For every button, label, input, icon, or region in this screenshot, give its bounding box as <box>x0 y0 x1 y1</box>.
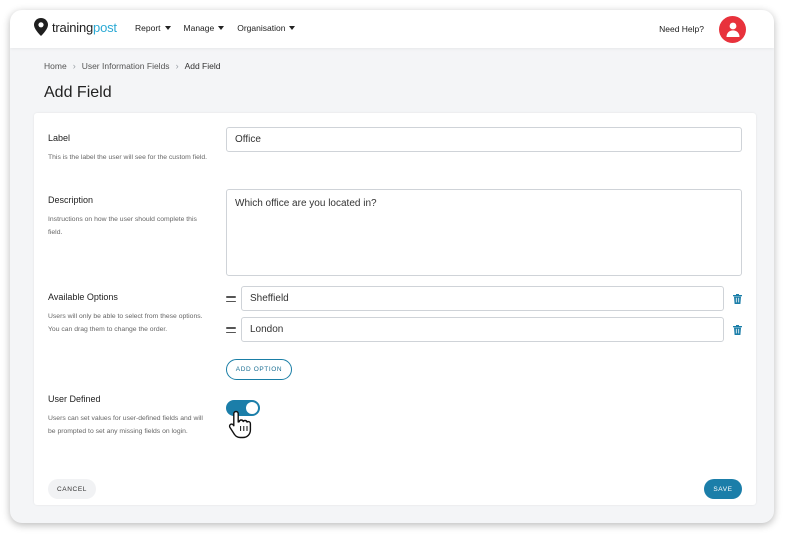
brand-name: trainingpost <box>52 20 117 35</box>
nav-organisation-label: Organisation <box>237 23 286 33</box>
need-help-link[interactable]: Need Help? <box>659 24 704 34</box>
user-icon <box>726 22 739 37</box>
breadcrumb-home-link[interactable]: Home <box>44 61 67 71</box>
drag-handle-icon[interactable] <box>226 327 236 333</box>
add-option-button[interactable]: ADD OPTION <box>226 359 292 380</box>
hand-pointer-icon <box>228 410 252 439</box>
brand-name-part2: post <box>93 19 117 35</box>
description-field-help: Instructions on how the user should comp… <box>48 216 197 236</box>
cancel-button[interactable]: CANCEL <box>48 479 96 499</box>
drag-handle-icon[interactable] <box>226 296 236 302</box>
option-input-sheffield[interactable]: Sheffield <box>241 286 724 311</box>
label-input[interactable]: Office <box>226 127 742 152</box>
main-nav: Report Manage Organisation <box>135 23 296 33</box>
trash-icon[interactable] <box>733 325 742 335</box>
brand-name-part1: training <box>52 19 94 35</box>
top-navigation-bar: trainingpost Report Manage Organisation … <box>10 10 774 48</box>
caret-down-icon <box>164 26 171 30</box>
description-textarea[interactable]: Which office are you located in? <box>226 189 742 276</box>
nav-report-label: Report <box>135 23 161 33</box>
description-field-title: Description <box>48 195 94 205</box>
option-input-london[interactable]: London <box>241 317 724 342</box>
breadcrumb-parent-link[interactable]: User Information Fields <box>82 61 170 71</box>
user-avatar-button[interactable] <box>719 16 746 43</box>
brand-logo[interactable]: trainingpost <box>34 18 117 36</box>
label-field-title: Label <box>48 133 71 143</box>
user-defined-field-help: Users can set values for user-defined fi… <box>48 415 203 435</box>
save-button[interactable]: SAVE <box>704 479 742 499</box>
trash-icon[interactable] <box>733 294 742 304</box>
nav-manage-label: Manage <box>183 23 215 33</box>
map-pin-icon <box>34 18 48 36</box>
options-field-help: Users will only be able to select from t… <box>48 313 203 333</box>
breadcrumb-current: Add Field <box>184 61 221 71</box>
nav-report-menu[interactable]: Report <box>135 23 171 33</box>
chevron-right-icon: › <box>175 61 179 71</box>
chevron-right-icon: › <box>72 61 76 71</box>
breadcrumb: Home › User Information Fields › Add Fie… <box>44 61 220 71</box>
user-defined-field-title: User Defined <box>48 394 101 404</box>
options-field-title: Available Options <box>48 292 118 302</box>
nav-organisation-menu[interactable]: Organisation <box>237 23 296 33</box>
add-field-form: Label This is the label the user will se… <box>34 113 756 505</box>
page-title: Add Field <box>44 84 112 101</box>
nav-manage-menu[interactable]: Manage <box>184 23 225 33</box>
caret-down-icon <box>218 26 225 30</box>
app-window: trainingpost Report Manage Organisation … <box>10 10 774 523</box>
label-field-help: This is the label the user will see for … <box>48 154 208 161</box>
caret-down-icon <box>289 26 296 30</box>
